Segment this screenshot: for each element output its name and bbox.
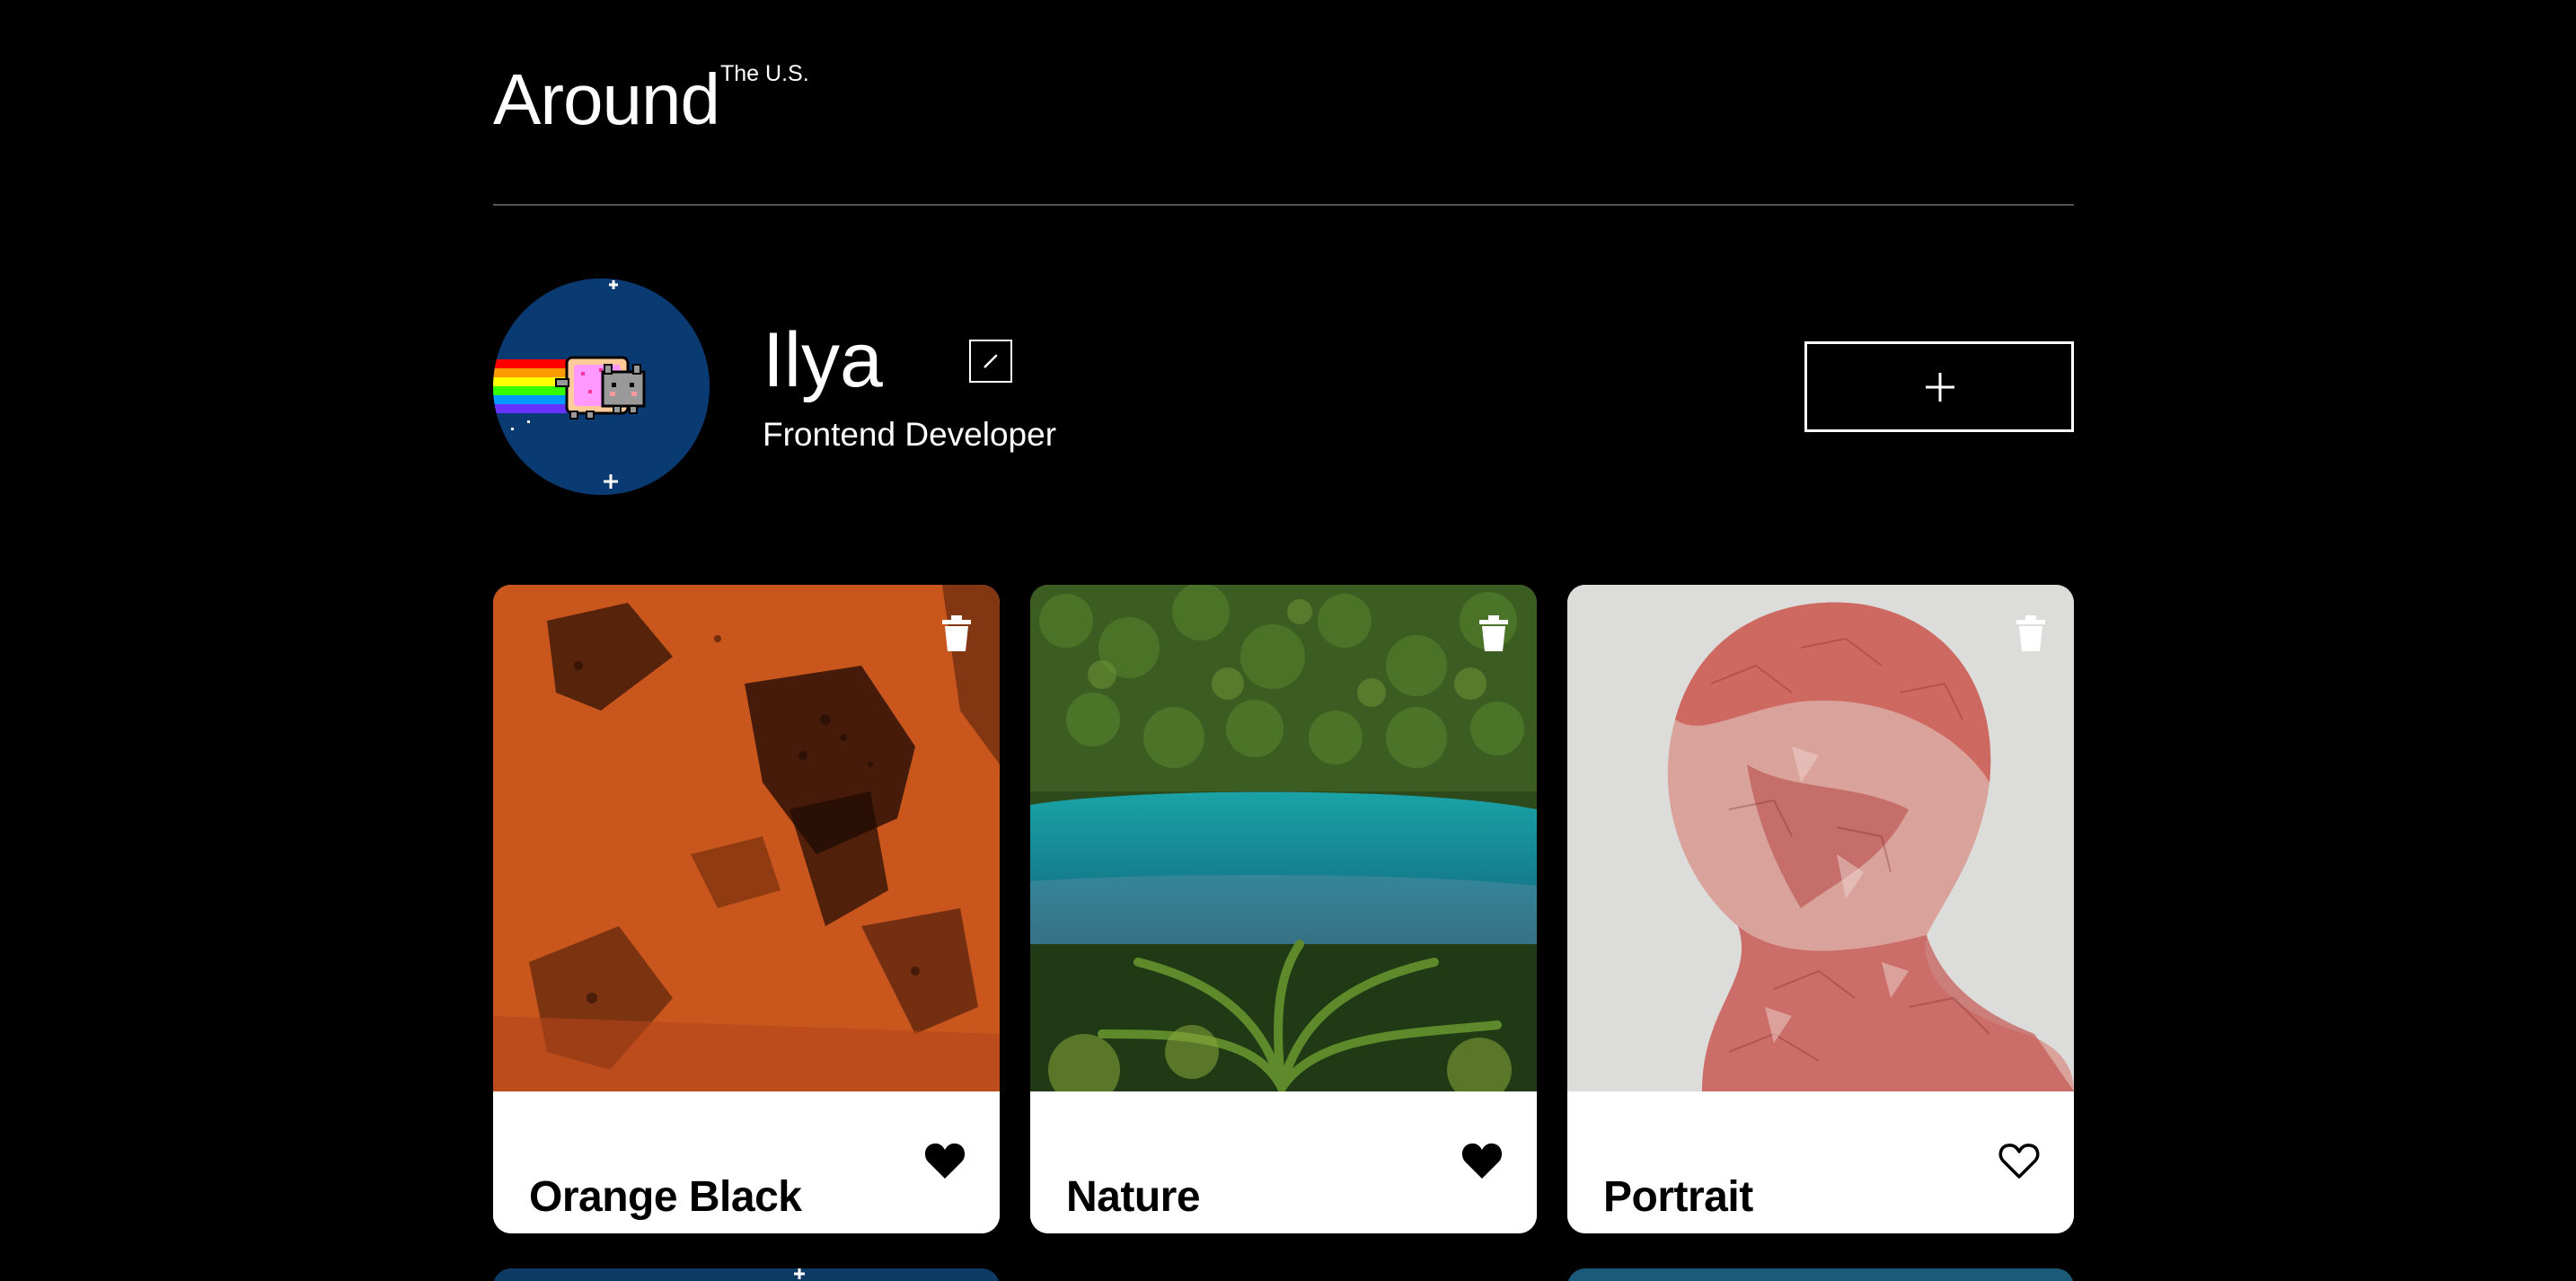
plus-icon — [1926, 373, 1954, 402]
logo-text: Around — [493, 59, 720, 139]
logo-superscript: The U.S. — [720, 61, 809, 86]
trash-icon[interactable] — [1478, 615, 1510, 651]
profile-name: Ilya — [763, 317, 883, 403]
card-image[interactable] — [1030, 585, 1537, 1091]
card: Nature — [1030, 585, 1537, 1233]
card: Orange Black — [493, 585, 1000, 1233]
orange-black-image — [493, 585, 1000, 1091]
card-title: Orange Black — [529, 1172, 802, 1221]
card-partial — [1567, 1268, 2074, 1281]
trash-icon[interactable] — [940, 615, 973, 651]
heart-icon[interactable] — [1461, 1142, 1503, 1179]
card-footer: Nature — [1030, 1091, 1537, 1233]
card-footer: Orange Black — [493, 1091, 1000, 1233]
heart-icon[interactable] — [924, 1142, 966, 1179]
card-footer: Portrait — [1567, 1091, 2074, 1233]
edit-profile-button[interactable] — [969, 340, 1012, 383]
avatar[interactable] — [493, 278, 710, 495]
avatar-image — [493, 278, 710, 495]
card-partial — [493, 1268, 1000, 1281]
card-title: Portrait — [1603, 1172, 1753, 1221]
pencil-icon — [984, 354, 998, 368]
add-place-button[interactable] — [1804, 341, 2074, 432]
heart-outline-icon[interactable] — [1998, 1142, 2040, 1179]
partial-card-image — [794, 1268, 805, 1279]
card-image[interactable] — [1567, 585, 2074, 1091]
trash-icon[interactable] — [2015, 615, 2047, 651]
card-image[interactable] — [493, 585, 1000, 1091]
profile-section: Ilya Frontend Developer — [493, 278, 2074, 495]
page: Around The U.S. Ilya Frontend Developer … — [493, 0, 2074, 1281]
card: Portrait — [1567, 585, 2074, 1233]
page-header: Around The U.S. — [493, 0, 2074, 206]
portrait-image — [1567, 585, 2074, 1091]
card-title: Nature — [1066, 1172, 1201, 1221]
profile-job: Frontend Developer — [763, 416, 1057, 453]
nature-image — [1030, 585, 1537, 1091]
